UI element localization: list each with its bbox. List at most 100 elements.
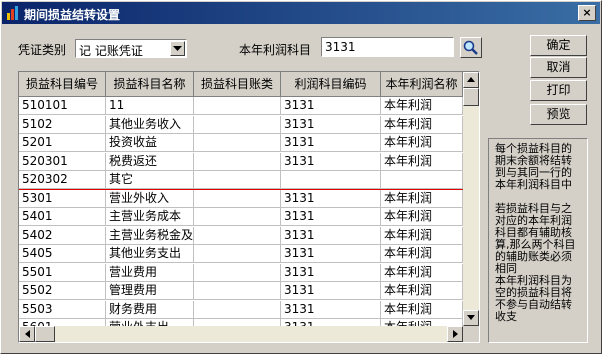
- table-cell[interactable]: [194, 263, 281, 282]
- table-cell[interactable]: 投资收益: [106, 134, 194, 152]
- vertical-scroll-thumb[interactable]: [463, 88, 479, 106]
- dialog-window: 期间损益结转设置 × 凭证类别 记 记账凭证 本年利润科目 3131 确定 取消…: [0, 0, 602, 354]
- table-cell[interactable]: 本年利润: [381, 152, 463, 171]
- table-cell[interactable]: 520302: [19, 171, 106, 189]
- profit-loss-grid[interactable]: 损益科目编号 损益科目名称 损益科目账类 利润科目编码 本年利润名称 51010…: [18, 71, 480, 343]
- table-cell[interactable]: 本年利润: [381, 245, 463, 263]
- search-button[interactable]: [460, 37, 482, 58]
- table-cell[interactable]: 其他业务收入: [106, 115, 194, 134]
- table-cell[interactable]: 其它: [106, 171, 194, 189]
- search-icon: [463, 40, 478, 55]
- table-cell[interactable]: 3131: [281, 300, 381, 319]
- table-cell[interactable]: [194, 282, 281, 300]
- print-button[interactable]: 打印: [530, 80, 587, 101]
- table-cell[interactable]: 5301: [19, 189, 106, 208]
- window-title: 期间损益结转设置: [24, 8, 121, 22]
- table-cell[interactable]: 3131: [281, 97, 381, 115]
- table-cell[interactable]: 本年利润: [381, 226, 463, 245]
- chevron-down-icon: [173, 46, 182, 51]
- table-cell[interactable]: 3131: [281, 226, 381, 245]
- table-cell[interactable]: 营业外收入: [106, 189, 194, 208]
- table-cell[interactable]: [194, 189, 281, 208]
- table-cell[interactable]: [194, 245, 281, 263]
- arrow-down-icon: [467, 315, 475, 320]
- voucher-type-select[interactable]: 记 记账凭证: [75, 39, 187, 58]
- table-cell[interactable]: [194, 115, 281, 134]
- table-cell[interactable]: 5405: [19, 245, 106, 263]
- table-cell[interactable]: 本年利润: [381, 189, 463, 208]
- table-cell[interactable]: 3131: [281, 115, 381, 134]
- table-cell[interactable]: [194, 226, 281, 245]
- profit-account-input[interactable]: 3131: [321, 37, 454, 57]
- close-button[interactable]: ×: [578, 5, 596, 21]
- column-header[interactable]: 损益科目账类: [194, 72, 281, 97]
- table-cell[interactable]: 520301: [19, 152, 106, 171]
- note-paragraph: 若损益科目与之对应的本年利润科目都有辅助核算,那么两个科目的辅助账类必须相同: [495, 202, 576, 275]
- scroll-up-button[interactable]: [463, 72, 479, 88]
- profit-account-value: 3131: [325, 40, 356, 54]
- column-header[interactable]: 损益科目名称: [106, 72, 194, 97]
- column-header[interactable]: 本年利润名称: [381, 72, 463, 97]
- cancel-button[interactable]: 取消: [530, 57, 587, 78]
- table-cell[interactable]: 5401: [19, 208, 106, 226]
- table-cell[interactable]: [281, 171, 381, 189]
- note-paragraph: 每个损益科目的期末余额将结转到与其同一行的本年利润科目中: [495, 142, 572, 191]
- table-cell[interactable]: 营业费用: [106, 263, 194, 282]
- table-cell[interactable]: 3131: [281, 245, 381, 263]
- table-cell[interactable]: 5402: [19, 226, 106, 245]
- table-cell[interactable]: 本年利润: [381, 208, 463, 226]
- scroll-left-button[interactable]: [19, 326, 35, 342]
- voucher-type-label: 凭证类别: [18, 43, 67, 57]
- table-cell[interactable]: 11: [106, 97, 194, 115]
- table-cell[interactable]: 本年利润: [381, 282, 463, 300]
- table-cell[interactable]: 主营业务成本: [106, 208, 194, 226]
- horizontal-scrollbar[interactable]: [19, 326, 463, 342]
- table-cell[interactable]: 本年利润: [381, 263, 463, 282]
- table-cell[interactable]: [194, 134, 281, 152]
- table-cell[interactable]: 5502: [19, 282, 106, 300]
- dropdown-button[interactable]: [170, 41, 185, 56]
- table-cell[interactable]: 其他业务支出: [106, 245, 194, 263]
- scroll-down-button[interactable]: [463, 310, 479, 326]
- selection-marker: [19, 189, 463, 190]
- table-cell[interactable]: 3131: [281, 134, 381, 152]
- column-header[interactable]: 利润科目编码: [281, 72, 381, 97]
- table-cell[interactable]: [194, 300, 281, 319]
- table-cell[interactable]: 本年利润: [381, 300, 463, 319]
- table-cell[interactable]: 5501: [19, 263, 106, 282]
- table-cell[interactable]: [194, 171, 281, 189]
- table-cell[interactable]: 3131: [281, 282, 381, 300]
- table-cell[interactable]: 财务费用: [106, 300, 194, 319]
- table-cell[interactable]: 3131: [281, 152, 381, 171]
- table-cell[interactable]: [194, 152, 281, 171]
- arrow-right-icon: [452, 330, 458, 338]
- table-cell[interactable]: [194, 97, 281, 115]
- table-cell[interactable]: 3131: [281, 208, 381, 226]
- column-header[interactable]: 损益科目编号: [19, 72, 106, 97]
- table-cell[interactable]: 5503: [19, 300, 106, 319]
- arrow-left-icon: [24, 330, 30, 338]
- ok-button[interactable]: 确定: [530, 35, 587, 56]
- table-cell[interactable]: 5201: [19, 134, 106, 152]
- table-cell[interactable]: [381, 171, 463, 189]
- title-bar: 期间损益结转设置 ×: [2, 2, 600, 24]
- app-icon: [7, 6, 18, 20]
- table-cell[interactable]: 3131: [281, 189, 381, 208]
- table-cell[interactable]: 本年利润: [381, 134, 463, 152]
- note-paragraph: 本年利润科目为空的损益科目将不参与自动结转收支: [495, 274, 572, 323]
- table-cell[interactable]: 税费返还: [106, 152, 194, 171]
- table-cell[interactable]: 主营业务税金及: [106, 226, 194, 245]
- preview-button[interactable]: 预览: [530, 104, 587, 125]
- table-cell[interactable]: 本年利润: [381, 97, 463, 115]
- vertical-scrollbar[interactable]: [463, 72, 479, 326]
- table-cell[interactable]: 510101: [19, 97, 106, 115]
- table-cell[interactable]: 5102: [19, 115, 106, 134]
- horizontal-scroll-thumb[interactable]: [35, 326, 55, 342]
- voucher-type-value: 记 记账凭证: [79, 44, 143, 58]
- arrow-up-icon: [467, 77, 475, 82]
- table-cell[interactable]: 3131: [281, 263, 381, 282]
- table-cell[interactable]: [194, 208, 281, 226]
- table-cell[interactable]: 本年利润: [381, 115, 463, 134]
- table-cell[interactable]: 管理费用: [106, 282, 194, 300]
- scroll-right-button[interactable]: [447, 326, 463, 342]
